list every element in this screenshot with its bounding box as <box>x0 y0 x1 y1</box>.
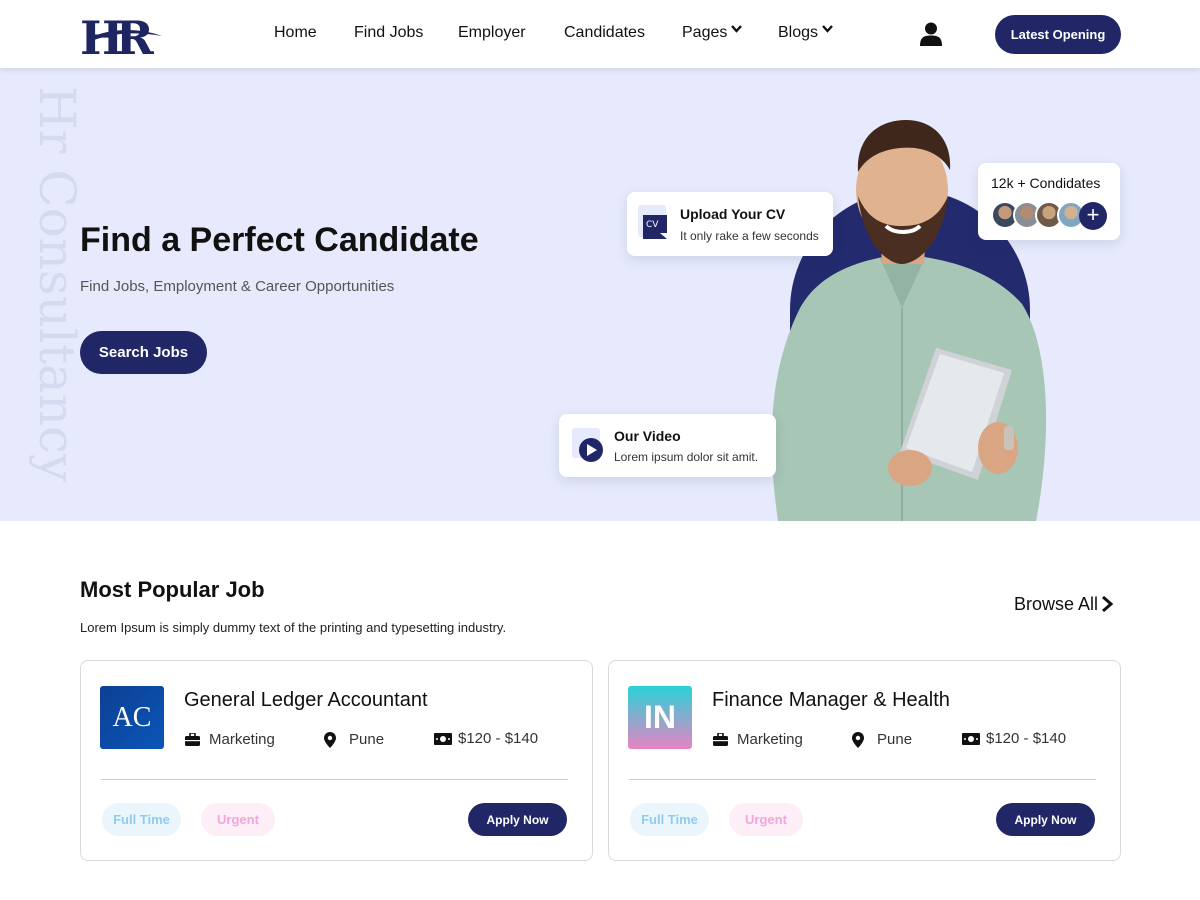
hero-subtitle: Find Jobs, Employment & Career Opportuni… <box>80 278 395 295</box>
upload-cv-title: Upload Your CV <box>680 206 786 222</box>
nav-find-jobs[interactable]: Find Jobs <box>354 24 423 42</box>
nav-candidates-label: Candidates <box>564 24 645 41</box>
svg-text:CV: CV <box>646 220 659 230</box>
job-location-label: Pune <box>349 731 385 748</box>
nav-candidates[interactable]: Candidates <box>564 24 645 42</box>
nav-employer-label: Employer <box>458 24 526 41</box>
section-title: Most Popular Job <box>80 577 265 602</box>
hero-watermark: Hr Consultancy <box>28 86 78 483</box>
upload-cv-subtitle: It only rake a few seconds <box>680 229 819 243</box>
site-header: HR Home Find Jobs Employer Candidates Pa… <box>0 0 1200 68</box>
card-divider <box>101 779 568 780</box>
cv-document-icon: CV <box>638 205 667 239</box>
job-card: AC General Ledger Accountant Marketing P… <box>80 660 593 861</box>
user-icon[interactable] <box>920 22 942 46</box>
svg-text:Hr Consultancy: Hr Consultancy <box>28 86 78 483</box>
nav-home-label: Home <box>274 24 317 41</box>
job-category: Marketing <box>713 731 803 748</box>
nav-blogs-label: Blogs <box>778 24 819 41</box>
nav-pages[interactable]: Pages <box>682 24 743 42</box>
nav-pages-label: Pages <box>682 24 728 41</box>
job-category-label: Marketing <box>209 731 275 748</box>
briefcase-icon <box>185 733 200 746</box>
urgent-badge: Urgent <box>201 803 275 836</box>
job-location: Pune <box>324 731 384 748</box>
urgent-badge: Urgent <box>729 803 803 836</box>
apply-now-button[interactable]: Apply Now <box>468 803 567 836</box>
section-subtitle: Lorem Ipsum is simply dummy text of the … <box>80 620 507 635</box>
job-location-label: Pune <box>877 731 913 748</box>
card-divider <box>629 779 1096 780</box>
search-jobs-button[interactable]: Search Jobs <box>80 331 207 374</box>
job-salary: $120 - $140 <box>434 730 538 747</box>
job-salary-label: $120 - $140 <box>986 730 1067 747</box>
our-video-card[interactable]: Our Video Lorem ipsum dolor sit amit. <box>559 414 776 477</box>
job-type-badge: Full Time <box>630 803 709 836</box>
map-pin-icon <box>324 731 336 748</box>
hero-section: Hr Consultancy Find a Perfect Candidate … <box>0 68 1200 521</box>
briefcase-icon <box>713 733 728 746</box>
nav-home[interactable]: Home <box>274 24 317 42</box>
job-salary: $120 - $140 <box>962 730 1066 747</box>
job-card: IN Finance Manager & Health Marketing Pu… <box>608 660 1121 861</box>
latest-opening-button[interactable]: Latest Opening <box>995 15 1121 54</box>
money-icon <box>434 732 452 745</box>
nav-blogs[interactable]: Blogs <box>778 24 833 42</box>
candidates-count: 12k + Condidates <box>991 175 1101 191</box>
svg-text:HR: HR <box>80 11 154 58</box>
browse-all-label: Browse All <box>1014 594 1099 614</box>
hero-title: Find a Perfect Candidate <box>80 221 479 259</box>
job-title[interactable]: General Ledger Accountant <box>184 689 428 712</box>
company-logo: IN <box>628 686 692 749</box>
nav-find-jobs-label: Find Jobs <box>354 24 424 41</box>
add-candidate-button[interactable]: + <box>1079 202 1107 230</box>
hr-logo[interactable]: HR <box>80 10 162 58</box>
job-title[interactable]: Finance Manager & Health <box>712 689 950 712</box>
job-salary-label: $120 - $140 <box>458 730 539 747</box>
apply-now-button[interactable]: Apply Now <box>996 803 1095 836</box>
job-category: Marketing <box>185 731 275 748</box>
chevron-right-icon <box>1102 596 1114 612</box>
chevron-down-icon <box>731 25 743 33</box>
job-category-label: Marketing <box>737 731 803 748</box>
candidates-card: 12k + Condidates + <box>978 163 1120 240</box>
job-location: Pune <box>852 731 912 748</box>
company-logo: AC <box>100 686 164 749</box>
browse-all-link[interactable]: Browse All <box>1014 594 1114 615</box>
chevron-down-icon <box>822 25 833 33</box>
map-pin-icon <box>852 731 864 748</box>
money-icon <box>962 732 980 745</box>
our-video-subtitle: Lorem ipsum dolor sit amit. <box>614 450 759 464</box>
upload-cv-card[interactable]: CV Upload Your CV It only rake a few sec… <box>627 192 833 256</box>
nav-employer[interactable]: Employer <box>458 24 526 42</box>
play-icon[interactable] <box>572 428 604 462</box>
job-type-badge: Full Time <box>102 803 181 836</box>
our-video-title: Our Video <box>614 428 681 444</box>
